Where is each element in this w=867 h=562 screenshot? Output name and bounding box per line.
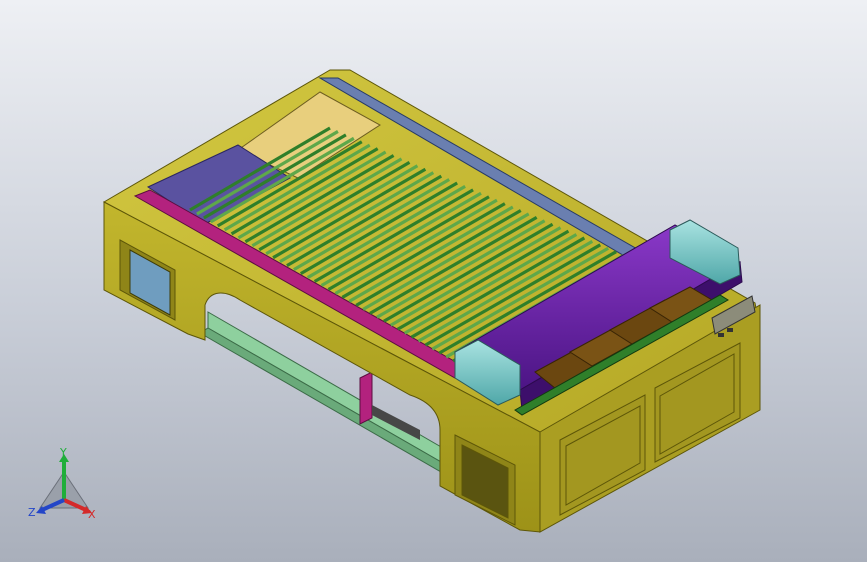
z-axis-label: Z bbox=[28, 506, 36, 519]
x-axis-label: X bbox=[88, 508, 96, 521]
3d-viewport[interactable]: Y X Z bbox=[0, 0, 867, 562]
y-axis-label: Y bbox=[59, 448, 67, 459]
laser-cutter-model[interactable] bbox=[0, 0, 867, 562]
axis-triad[interactable]: Y X Z bbox=[26, 448, 102, 524]
